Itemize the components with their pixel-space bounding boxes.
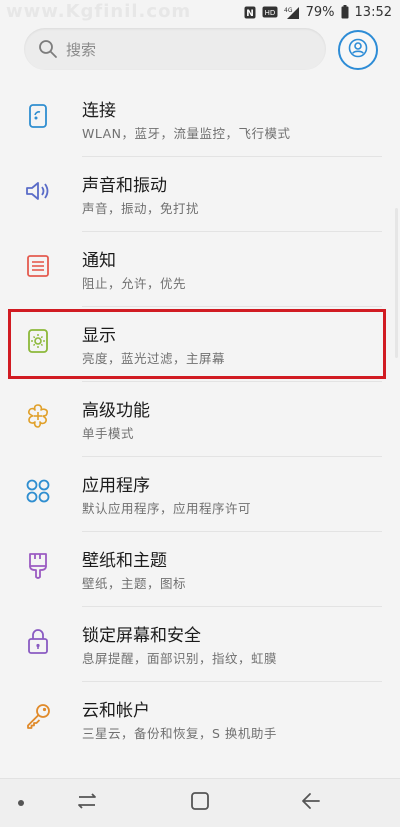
status-icons: N HD 4G 79% 13:52 (244, 3, 392, 21)
settings-item-subtitle: 三星云，备份和恢复，S 换机助手 (82, 726, 277, 741)
settings-item-subtitle: 单手模式 (82, 426, 135, 441)
home-icon (189, 790, 211, 816)
scrollbar[interactable] (395, 208, 398, 358)
settings-item-title: 连接 (82, 101, 116, 121)
connections-icon (24, 102, 52, 130)
highlight-frame (8, 309, 386, 379)
settings-item-wallpaper-themes[interactable]: 壁纸和主题 壁纸，主题，图标 (0, 532, 400, 607)
settings-item-display[interactable]: 显示 亮度，蓝光过滤，主屏幕 (0, 307, 400, 382)
lock-icon (24, 627, 52, 655)
svg-text:4G: 4G (284, 7, 293, 14)
settings-item-connections[interactable]: 连接 WLAN，蓝牙，流量监控，飞行模式 (0, 82, 400, 157)
settings-item-cloud-accounts[interactable]: 云和帐户 三星云，备份和恢复，S 换机助手 (0, 682, 400, 757)
settings-item-title: 云和帐户 (82, 701, 150, 721)
nfc-icon: N (244, 6, 256, 19)
search-icon (38, 39, 58, 63)
clock: 13:52 (354, 4, 392, 20)
apps-icon (24, 477, 52, 505)
navigation-bar (0, 778, 400, 827)
svg-text:N: N (246, 9, 254, 19)
search-placeholder: 搜索 (66, 41, 97, 59)
key-icon (24, 702, 52, 730)
account-icon (348, 38, 368, 62)
settings-item-sound[interactable]: 声音和振动 声音，振动，免打扰 (0, 157, 400, 232)
recent-apps-icon (76, 791, 98, 815)
settings-list: 连接 WLAN，蓝牙，流量监控，飞行模式 声音和振动 声音，振动，免打扰 通知 … (0, 82, 400, 757)
wallpaper-icon (24, 552, 52, 580)
settings-item-title: 通知 (82, 251, 116, 271)
settings-item-subtitle: 息屏提醒，面部识别，指纹，虹膜 (82, 651, 278, 666)
settings-item-title: 应用程序 (82, 476, 150, 496)
back-button[interactable] (298, 790, 324, 816)
status-bar: www.Kgfinil.com N HD 4G 79% 13:52 (0, 0, 400, 24)
signal-icon: 4G (284, 6, 300, 19)
account-button[interactable] (338, 30, 378, 70)
search-input[interactable]: 搜索 (24, 28, 326, 70)
settings-item-subtitle: WLAN，蓝牙，流量监控，飞行模式 (82, 126, 291, 141)
battery-icon (341, 5, 349, 19)
back-arrow-icon (300, 791, 322, 815)
recent-apps-button[interactable] (74, 790, 100, 816)
settings-item-title: 高级功能 (82, 401, 150, 421)
settings-item-notifications[interactable]: 通知 阻止，允许，优先 (0, 232, 400, 307)
settings-item-lock-screen-security[interactable]: 锁定屏幕和安全 息屏提醒，面部识别，指纹，虹膜 (0, 607, 400, 682)
settings-item-subtitle: 声音，振动，免打扰 (82, 201, 200, 216)
svg-text:HD: HD (264, 9, 275, 17)
settings-item-subtitle: 默认应用程序，应用程序许可 (82, 501, 252, 516)
settings-item-apps[interactable]: 应用程序 默认应用程序，应用程序许可 (0, 457, 400, 532)
battery-percentage: 79% (305, 4, 335, 20)
watermark-text: www.Kgfinil.com (6, 1, 192, 22)
settings-item-title: 锁定屏幕和安全 (82, 626, 201, 646)
settings-item-advanced-features[interactable]: 高级功能 单手模式 (0, 382, 400, 457)
settings-item-title: 壁纸和主题 (82, 551, 167, 571)
nav-bar-dot-indicator[interactable] (18, 800, 24, 806)
hd-voice-icon: HD (262, 6, 278, 18)
notifications-icon (24, 252, 52, 280)
settings-item-title: 声音和振动 (82, 176, 167, 196)
home-button[interactable] (187, 790, 213, 816)
settings-item-subtitle: 阻止，允许，优先 (82, 276, 187, 291)
search-row: 搜索 (0, 28, 400, 74)
settings-item-subtitle: 壁纸，主题，图标 (82, 576, 187, 591)
sound-icon (24, 177, 52, 205)
advanced-features-icon (24, 402, 52, 430)
